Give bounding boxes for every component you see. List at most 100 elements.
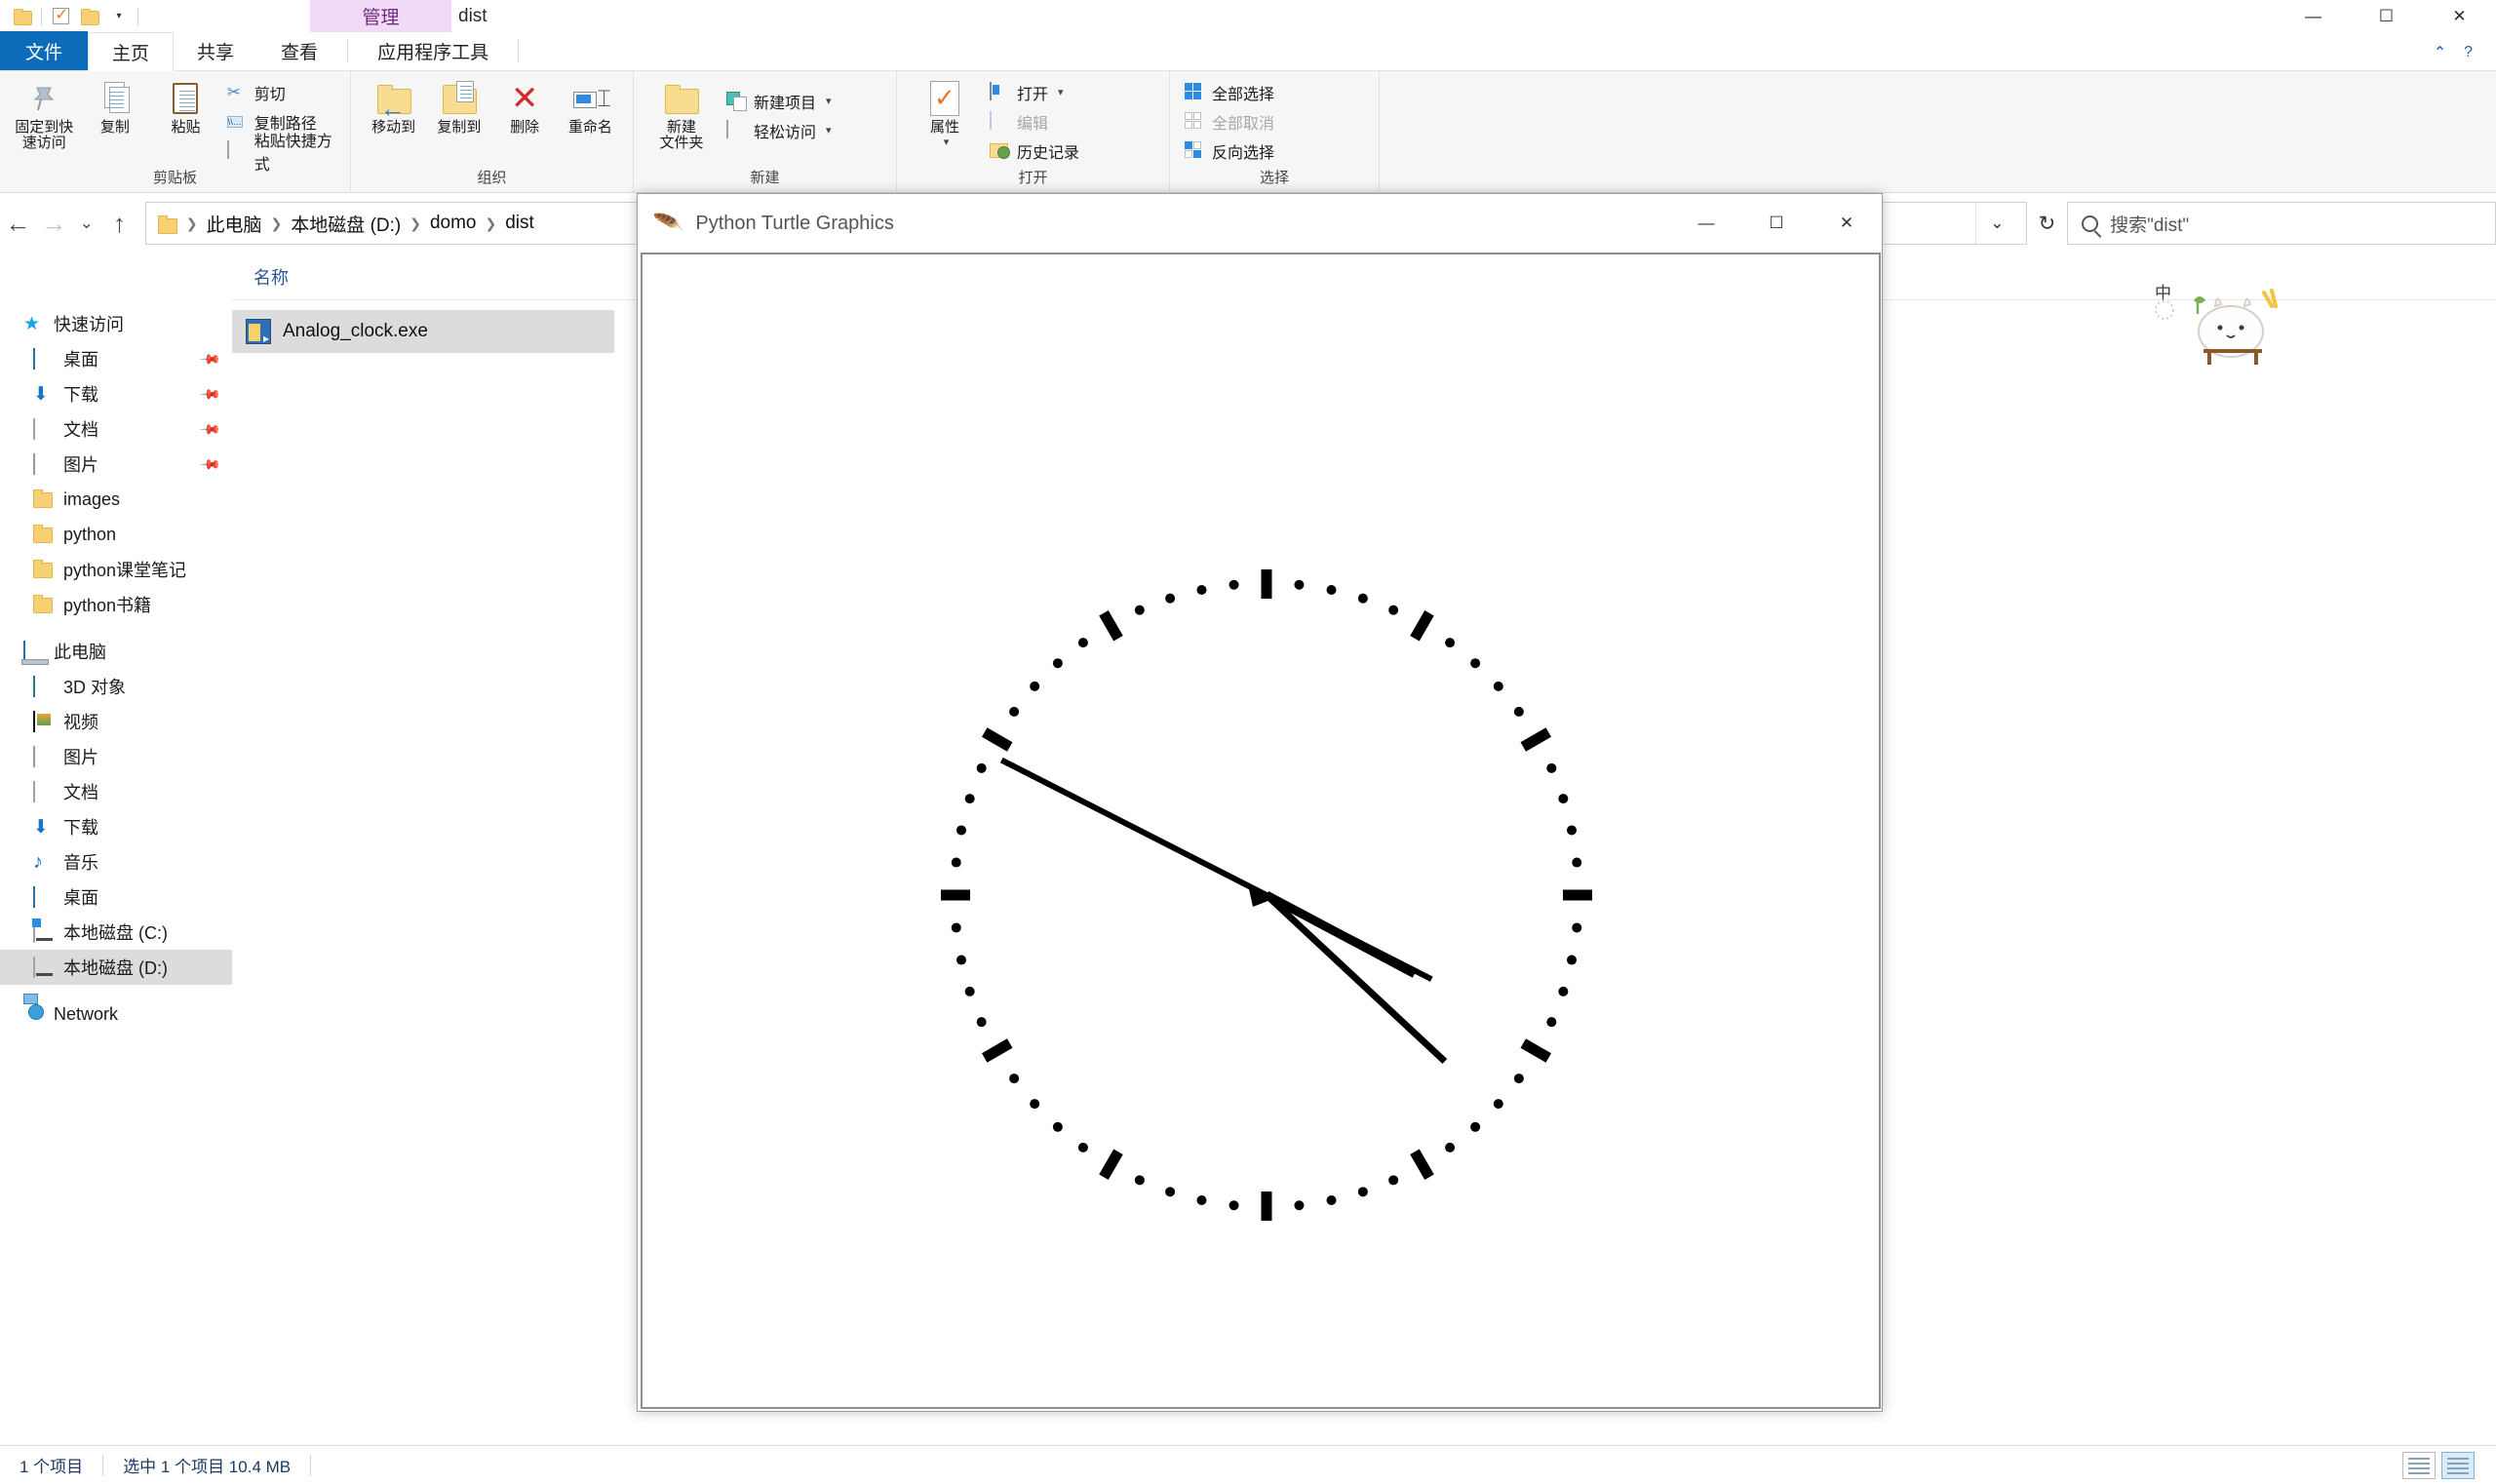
sidebar-item-music[interactable]: ♪ 音乐 <box>0 844 232 879</box>
address-history-dropdown[interactable]: ⌄ <box>1974 203 2018 244</box>
select-all-button[interactable]: 全部选择 <box>1180 79 1279 105</box>
pin-icon[interactable]: 📌 <box>198 452 222 476</box>
sidebar-item-downloads[interactable]: ⬇ 下载 📌 <box>0 376 232 411</box>
details-view-button[interactable] <box>2402 1451 2436 1479</box>
breadcrumb-item-dist[interactable]: dist <box>500 213 539 234</box>
copy-folder-icon <box>441 80 478 117</box>
turtle-minimize-button[interactable]: — <box>1671 195 1741 252</box>
close-button[interactable]: ✕ <box>2423 0 2496 32</box>
open-button[interactable]: 打开 ▾ <box>985 79 1084 105</box>
breadcrumb-item-domo[interactable]: domo <box>425 213 482 234</box>
sidebar-item-pictures[interactable]: 图片 📌 <box>0 447 232 482</box>
sidebar-item-downloads-2[interactable]: ⬇ 下载 <box>0 809 232 844</box>
qat-properties-button[interactable] <box>46 3 75 30</box>
table-row[interactable]: Analog_clock.exe <box>232 310 614 353</box>
search-icon <box>2082 215 2099 232</box>
folder-icon <box>14 9 32 25</box>
tab-share[interactable]: 共享 <box>174 31 257 70</box>
turtle-canvas[interactable] <box>641 253 1881 1409</box>
search-input[interactable]: 搜索"dist" <box>2110 211 2189 237</box>
sidebar-item-network[interactable]: Network <box>0 996 232 1032</box>
breadcrumb-item-this-pc[interactable]: 此电脑 <box>202 211 267 237</box>
copy-button[interactable]: 复制 <box>81 76 150 136</box>
sidebar-item-quick-access[interactable]: ★ 快速访问 <box>0 306 232 341</box>
pictures-icon <box>33 453 55 475</box>
breadcrumb-separator: ❯ <box>270 215 283 231</box>
pin-icon[interactable]: 📌 <box>198 417 222 441</box>
new-item-button[interactable]: 新建项目 ▾ <box>722 88 837 114</box>
qat-customize-dropdown[interactable]: ▾ <box>104 3 134 30</box>
copy-to-button[interactable]: 复制到 <box>426 76 491 136</box>
invert-selection-button[interactable]: 反向选择 <box>1180 137 1279 164</box>
new-folder-button[interactable]: 新建 文件夹 <box>644 76 720 151</box>
rename-button[interactable]: ⌶ 重命名 <box>558 76 623 136</box>
paste-shortcut-button[interactable]: 粘贴快捷方式 <box>222 134 340 174</box>
up-button[interactable]: ↑ <box>101 200 137 247</box>
easy-access-icon <box>726 120 747 139</box>
pin-to-quick-access-button[interactable]: 固定到快 速访问 <box>10 76 79 151</box>
properties-button[interactable]: 属性 ▾ <box>907 76 983 148</box>
forward-button[interactable]: → <box>36 200 72 247</box>
sidebar-item-python-books[interactable]: python书籍 <box>0 587 232 622</box>
pictures-icon <box>33 746 55 767</box>
breadcrumb-item-drive-d[interactable]: 本地磁盘 (D:) <box>286 211 406 237</box>
sidebar-item-documents-2[interactable]: 文档 <box>0 774 232 809</box>
sidebar-item-desktop[interactable]: 桌面 📌 <box>0 341 232 376</box>
qat-new-folder-button[interactable] <box>75 3 104 30</box>
move-to-button[interactable]: ← 移动到 <box>361 76 426 136</box>
sidebar-item-this-pc[interactable]: 此电脑 <box>0 634 232 669</box>
recent-locations-button[interactable]: ⌄ <box>71 200 101 247</box>
sidebar-item-desktop-2[interactable]: 桌面 <box>0 879 232 915</box>
folder-icon <box>33 560 55 579</box>
chevron-down-icon[interactable]: ▾ <box>944 136 950 148</box>
turtle-maximize-button[interactable]: ☐ <box>1741 195 1812 252</box>
documents-icon <box>33 781 55 802</box>
tab-view[interactable]: 查看 <box>257 31 341 70</box>
easy-access-button[interactable]: 轻松访问 ▾ <box>722 117 837 143</box>
sidebar-item-label: 音乐 <box>63 853 98 873</box>
documents-icon <box>33 418 55 440</box>
help-button[interactable]: ? <box>2464 44 2473 61</box>
delete-x-icon: ✕ <box>510 80 539 117</box>
paste-button[interactable]: 粘贴 <box>151 76 220 136</box>
folder-icon <box>33 489 55 509</box>
folder-icon <box>157 215 177 234</box>
ribbon-group-select: 全部选择 全部取消 反向选择 选择 <box>1170 71 1380 193</box>
sidebar-item-label: 图片 <box>63 748 98 767</box>
chevron-down-icon[interactable]: ▾ <box>826 95 832 107</box>
sidebar-item-pictures-2[interactable]: 图片 <box>0 739 232 774</box>
pin-icon[interactable]: 📌 <box>198 382 222 406</box>
tab-file[interactable]: 文件 <box>0 31 89 70</box>
sidebar-item-documents[interactable]: 文档 📌 <box>0 411 232 447</box>
sidebar-item-images[interactable]: images <box>0 482 232 517</box>
cut-button[interactable]: ✂ 剪切 <box>222 79 340 105</box>
maximize-button[interactable]: ☐ <box>2350 0 2423 32</box>
edit-button[interactable]: 编辑 <box>985 108 1084 135</box>
pin-icon[interactable]: 📌 <box>198 347 222 371</box>
sidebar-item-python-notes[interactable]: python课堂笔记 <box>0 552 232 587</box>
group-label-new: 新建 <box>750 170 780 186</box>
minimize-button[interactable]: — <box>2277 0 2350 32</box>
column-header-name[interactable]: 名称 <box>232 264 289 290</box>
back-button[interactable]: ← <box>0 200 36 247</box>
search-box[interactable]: 搜索"dist" <box>2067 202 2496 245</box>
sidebar-item-videos[interactable]: 视频 <box>0 704 232 739</box>
sidebar-item-3d-objects[interactable]: 3D 对象 <box>0 669 232 704</box>
collapse-ribbon-button[interactable]: ⌃ <box>2434 43 2446 62</box>
select-none-button[interactable]: 全部取消 <box>1180 108 1279 135</box>
chevron-down-icon[interactable]: ▾ <box>1058 86 1064 98</box>
tab-home[interactable]: 主页 <box>88 32 175 71</box>
history-button[interactable]: 历史记录 <box>985 137 1084 164</box>
turtle-close-button[interactable]: ✕ <box>1812 195 1882 252</box>
qat-folder-button[interactable] <box>8 3 37 30</box>
group-label-select: 选择 <box>1259 170 1289 186</box>
sidebar-item-drive-c[interactable]: 本地磁盘 (C:) <box>0 915 232 950</box>
videos-icon <box>33 711 55 732</box>
delete-button[interactable]: ✕ 删除 <box>492 76 558 136</box>
chevron-down-icon[interactable]: ▾ <box>826 124 832 137</box>
tab-application-tools[interactable]: 应用程序工具 <box>354 31 512 70</box>
refresh-button[interactable]: ↻ <box>2027 202 2067 245</box>
sidebar-item-python[interactable]: python <box>0 517 232 552</box>
large-icons-view-button[interactable] <box>2441 1451 2475 1479</box>
sidebar-item-drive-d[interactable]: 本地磁盘 (D:) <box>0 950 232 985</box>
